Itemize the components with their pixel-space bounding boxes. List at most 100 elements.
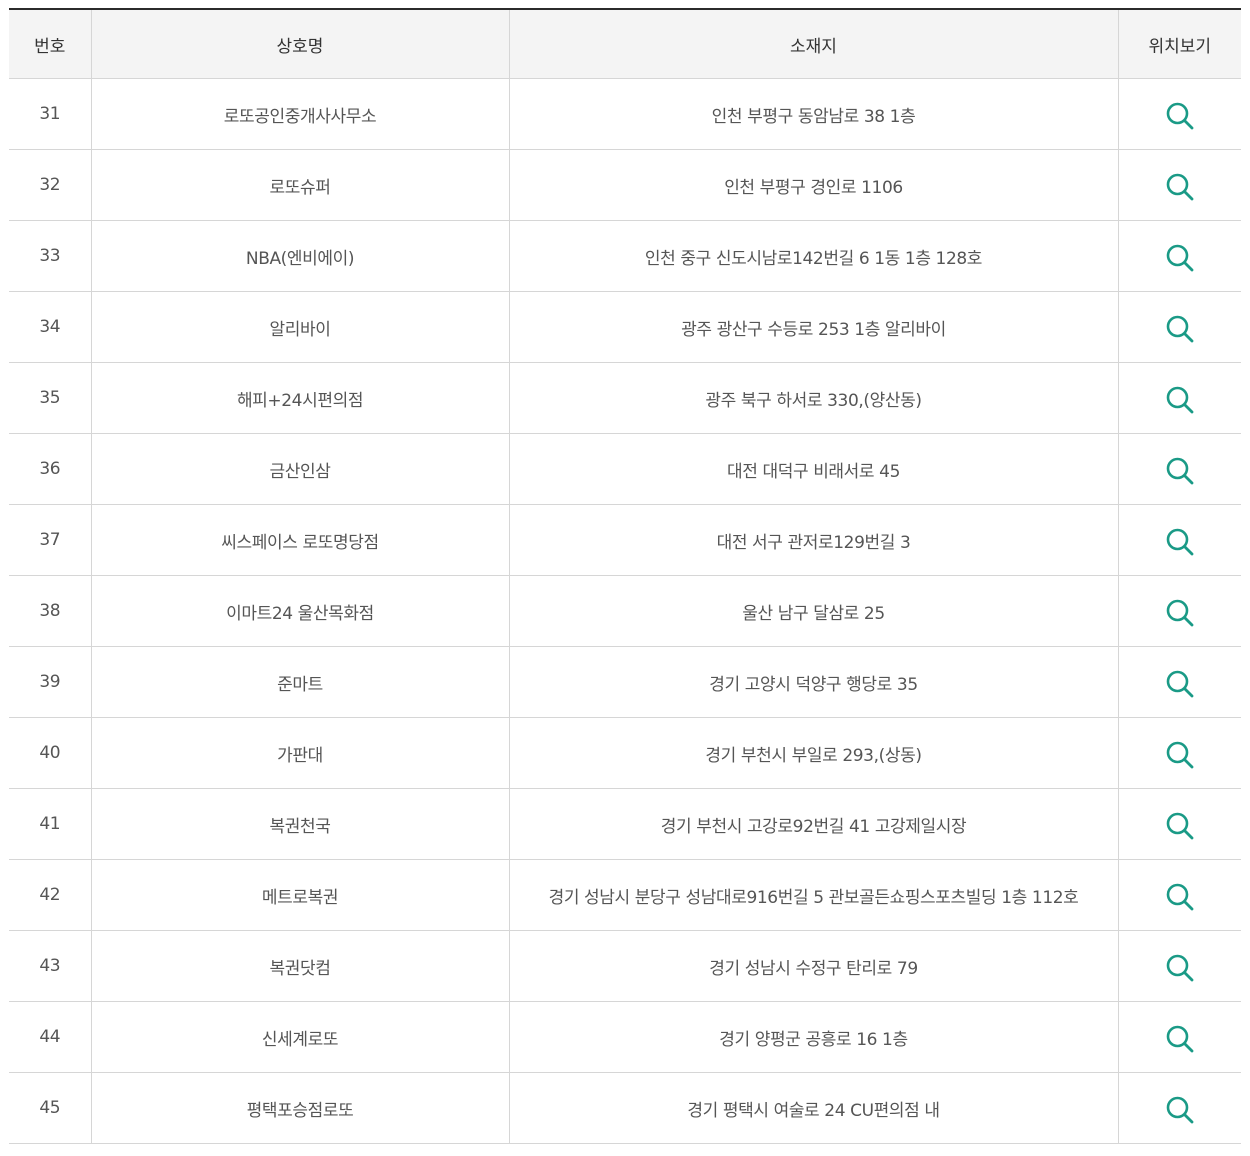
cell-map-view [1117,220,1241,292]
cell-address: 경기 고양시 덕양구 행당로 35 [508,646,1119,718]
cell-map-view [1117,788,1241,860]
map-view-button[interactable] [1164,242,1196,274]
cell-number: 44 [9,1001,92,1073]
search-icon [1166,457,1194,485]
cell-map-view [1117,78,1241,150]
table-row: 41 복권천국 경기 부천시 고강로92번길 41 고강제일시장 [9,788,1241,860]
map-view-button[interactable] [1164,526,1196,558]
cell-number: 41 [9,788,92,860]
cell-number: 37 [9,504,92,576]
cell-number: 45 [9,1072,92,1144]
cell-address: 경기 성남시 분당구 성남대로916번길 5 관보골든쇼핑스포츠빌딩 1층 11… [508,859,1119,931]
table-row: 45 평택포승점로또 경기 평택시 여술로 24 CU편의점 내 [9,1072,1241,1144]
cell-number: 43 [9,930,92,1002]
cell-address: 대전 서구 관저로129번길 3 [508,504,1119,576]
map-view-button[interactable] [1164,952,1196,984]
cell-map-view [1117,575,1241,647]
cell-map-view [1117,859,1241,931]
table-row: 36 금산인삼 대전 대덕구 비래서로 45 [9,433,1241,505]
cell-store-name: 로또공인중개사사무소 [90,78,510,150]
table-row: 31 로또공인중개사사무소 인천 부평구 동암남로 38 1층 [9,78,1241,150]
cell-number: 32 [9,149,92,221]
table-row: 35 해피+24시편의점 광주 북구 하서로 330,(양산동) [9,362,1241,434]
map-view-button[interactable] [1164,597,1196,629]
cell-number: 31 [9,78,92,150]
header-number: 번호 [9,9,92,79]
cell-map-view [1117,1001,1241,1073]
table-header: 번호 상호명 소재지 위치보기 [9,9,1241,79]
cell-address: 광주 북구 하서로 330,(양산동) [508,362,1119,434]
table-row: 37 씨스페이스 로또명당점 대전 서구 관저로129번길 3 [9,504,1241,576]
cell-number: 33 [9,220,92,292]
map-view-button[interactable] [1164,171,1196,203]
cell-number: 36 [9,433,92,505]
cell-store-name: 알리바이 [90,291,510,363]
map-view-button[interactable] [1164,313,1196,345]
map-view-button[interactable] [1164,1094,1196,1126]
search-icon [1166,173,1194,201]
cell-number: 42 [9,859,92,931]
header-map-view: 위치보기 [1117,9,1241,79]
cell-map-view [1117,504,1241,576]
search-icon [1166,812,1194,840]
cell-number: 38 [9,575,92,647]
map-view-button[interactable] [1164,100,1196,132]
table-row: 34 알리바이 광주 광산구 수등로 253 1층 알리바이 [9,291,1241,363]
map-view-button[interactable] [1164,384,1196,416]
cell-address: 경기 부천시 고강로92번길 41 고강제일시장 [508,788,1119,860]
cell-map-view [1117,433,1241,505]
header-address: 소재지 [508,9,1119,79]
store-list-table: 번호 상호명 소재지 위치보기 31 로또공인중개사사무소 인천 부평구 동암남로 … [9,8,1241,1144]
search-icon [1166,244,1194,272]
search-icon [1166,954,1194,982]
cell-map-view [1117,362,1241,434]
header-row: 번호 상호명 소재지 위치보기 [9,9,1241,79]
table-row: 42 메트로복권 경기 성남시 분당구 성남대로916번길 5 관보골든쇼핑스포츠빌… [9,859,1241,931]
cell-store-name: 준마트 [90,646,510,718]
cell-number: 40 [9,717,92,789]
search-icon [1166,741,1194,769]
map-view-button[interactable] [1164,1023,1196,1055]
cell-store-name: 복권천국 [90,788,510,860]
cell-address: 경기 성남시 수정구 탄리로 79 [508,930,1119,1002]
table-row: 39 준마트 경기 고양시 덕양구 행당로 35 [9,646,1241,718]
map-view-button[interactable] [1164,881,1196,913]
map-view-button[interactable] [1164,810,1196,842]
cell-address: 광주 광산구 수등로 253 1층 알리바이 [508,291,1119,363]
cell-map-view [1117,930,1241,1002]
search-icon [1166,528,1194,556]
cell-address: 울산 남구 달삼로 25 [508,575,1119,647]
table-row: 32 로또슈퍼 인천 부평구 경인로 1106 [9,149,1241,221]
cell-address: 인천 부평구 경인로 1106 [508,149,1119,221]
cell-address: 인천 부평구 동암남로 38 1층 [508,78,1119,150]
cell-map-view [1117,717,1241,789]
table-body: 31 로또공인중개사사무소 인천 부평구 동암남로 38 1층 32 로또슈퍼 인천 부평… [9,78,1241,1144]
cell-address: 경기 부천시 부일로 293,(상동) [508,717,1119,789]
table-row: 38 이마트24 울산목화점 울산 남구 달삼로 25 [9,575,1241,647]
cell-map-view [1117,291,1241,363]
cell-number: 35 [9,362,92,434]
cell-address: 인천 중구 신도시남로142번길 6 1동 1층 128호 [508,220,1119,292]
map-view-button[interactable] [1164,668,1196,700]
cell-store-name: 평택포승점로또 [90,1072,510,1144]
search-icon [1166,599,1194,627]
cell-store-name: 메트로복권 [90,859,510,931]
table-row: 33 NBA(엔비에이) 인천 중구 신도시남로142번길 6 1동 1층 128호 [9,220,1241,292]
cell-number: 39 [9,646,92,718]
table-row: 40 가판대 경기 부천시 부일로 293,(상동) [9,717,1241,789]
search-icon [1166,670,1194,698]
cell-address: 경기 양평군 공흥로 16 1층 [508,1001,1119,1073]
search-icon [1166,315,1194,343]
cell-store-name: 금산인삼 [90,433,510,505]
cell-store-name: 이마트24 울산목화점 [90,575,510,647]
cell-map-view [1117,646,1241,718]
search-icon [1166,883,1194,911]
map-view-button[interactable] [1164,455,1196,487]
cell-number: 34 [9,291,92,363]
search-icon [1166,1025,1194,1053]
cell-store-name: 복권닷컴 [90,930,510,1002]
search-icon [1166,1096,1194,1124]
map-view-button[interactable] [1164,739,1196,771]
cell-store-name: 해피+24시편의점 [90,362,510,434]
search-icon [1166,386,1194,414]
